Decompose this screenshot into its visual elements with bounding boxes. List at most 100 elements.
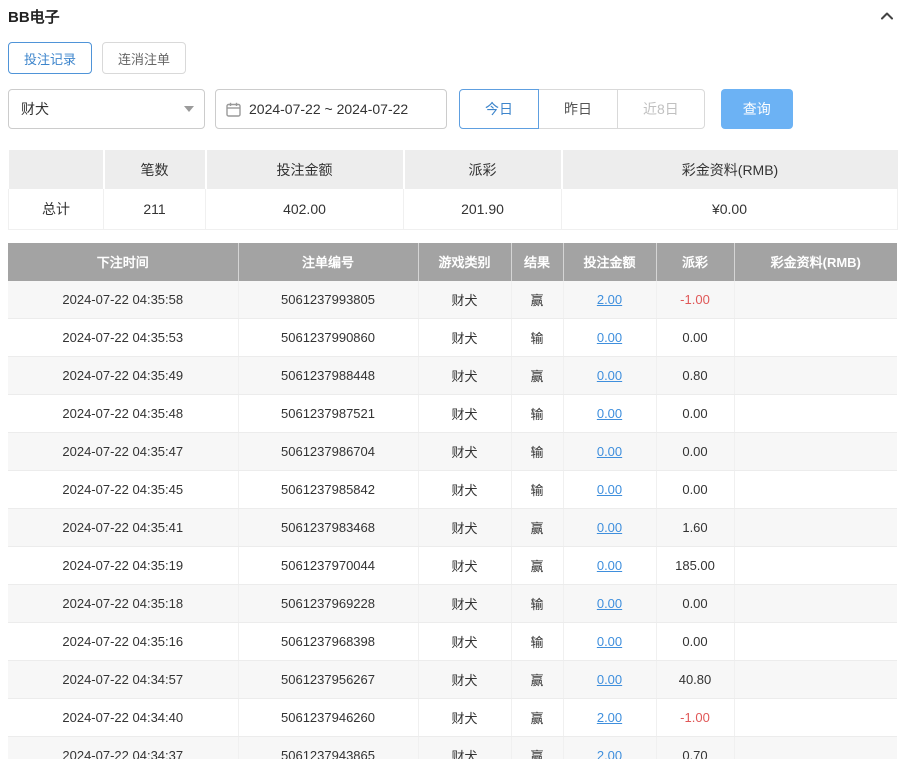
- cell-bet-amount: 0.00: [563, 508, 657, 547]
- cell-bet-amount: 2.00: [563, 280, 657, 319]
- header-bet-amount: 投注金额: [563, 242, 657, 281]
- cell-time: 2024-07-22 04:35:49: [8, 356, 239, 395]
- cell-time: 2024-07-22 04:35:19: [8, 546, 239, 585]
- cell-result: 输: [511, 318, 564, 357]
- table-row: 2024-07-22 04:35:58 5061237993805 财犬赢 2.00 -…: [8, 280, 897, 319]
- calendar-icon: [226, 102, 241, 117]
- cell-game: 财犬: [418, 660, 512, 699]
- cell-bet-amount: 2.00: [563, 698, 657, 737]
- cell-bonus: [734, 698, 897, 737]
- bet-amount-link[interactable]: 0.00: [597, 520, 622, 535]
- cell-bet-amount: 0.00: [563, 432, 657, 471]
- table-row: 2024-07-22 04:35:53 5061237990860 财犬输 0.00 0…: [8, 318, 897, 357]
- bet-table-body: 2024-07-22 04:35:58 5061237993805 财犬赢 2.00-…: [8, 280, 897, 759]
- cell-bonus: [734, 432, 897, 471]
- tab-bet-records[interactable]: 投注记录: [8, 42, 93, 74]
- cell-time: 2024-07-22 04:35:18: [8, 584, 239, 623]
- cell-result: 输: [511, 622, 564, 661]
- cell-order: 5061237968398: [238, 622, 419, 661]
- cell-bet-amount: 2.00: [563, 736, 657, 759]
- bet-amount-link[interactable]: 0.00: [597, 444, 622, 459]
- cell-game: 财犬: [418, 432, 512, 471]
- cell-order: 5061237986704: [238, 432, 419, 471]
- cell-order: 5061237956267: [238, 660, 419, 699]
- cell-time: 2024-07-22 04:35:47: [8, 432, 239, 471]
- bet-amount-link[interactable]: 0.00: [597, 482, 622, 497]
- header-payout: 派彩: [656, 242, 735, 281]
- cell-order: 5061237987521: [238, 394, 419, 433]
- page-title: BB电子: [8, 8, 60, 26]
- table-row: 2024-07-22 04:35:41 5061237983468 财犬赢 0.00 1…: [8, 508, 897, 547]
- cell-bet-amount: 0.00: [563, 660, 657, 699]
- cell-order: 5061237983468: [238, 508, 419, 547]
- cell-game: 财犬: [418, 318, 512, 357]
- cell-bet-amount: 0.00: [563, 546, 657, 585]
- cell-bonus: [734, 280, 897, 319]
- cell-bonus: [734, 584, 897, 623]
- cell-bonus: [734, 736, 897, 759]
- table-row: 2024-07-22 04:35:48 5061237987521 财犬输 0.00 0…: [8, 394, 897, 433]
- cell-order: 5061237985842: [238, 470, 419, 509]
- cell-bet-amount: 0.00: [563, 394, 657, 433]
- cell-payout: 0.80: [656, 356, 735, 395]
- tab-linked-bets[interactable]: 连消注单: [102, 42, 187, 74]
- cell-bet-amount: 0.00: [563, 622, 657, 661]
- collapse-panel-button[interactable]: [877, 6, 897, 26]
- cell-bonus: [734, 622, 897, 661]
- cell-bonus: [734, 470, 897, 509]
- panel-header: BB电子: [8, 0, 897, 28]
- cell-result: 输: [511, 432, 564, 471]
- cell-game: 财犬: [418, 584, 512, 623]
- cell-payout: 0.00: [656, 622, 735, 661]
- cell-time: 2024-07-22 04:35:48: [8, 394, 239, 433]
- cell-order: 5061237988448: [238, 356, 419, 395]
- summary-header-payout: 派彩: [403, 150, 563, 189]
- bet-amount-link[interactable]: 0.00: [597, 634, 622, 649]
- cell-result: 赢: [511, 698, 564, 737]
- summary-total-count: 211: [103, 189, 206, 230]
- summary-total-bet-amount: 402.00: [205, 189, 404, 230]
- cell-game: 财犬: [418, 280, 512, 319]
- summary-table: 笔数 投注金额 派彩 彩金资料(RMB) 总计 211 402.00 201.9…: [8, 150, 898, 230]
- date-range-input[interactable]: 2024-07-22 ~ 2024-07-22: [215, 89, 447, 129]
- cell-time: 2024-07-22 04:34:40: [8, 698, 239, 737]
- today-button[interactable]: 今日: [459, 89, 539, 129]
- game-select[interactable]: 财犬: [8, 89, 205, 129]
- cell-time: 2024-07-22 04:35:41: [8, 508, 239, 547]
- table-row: 2024-07-22 04:35:16 5061237968398 财犬输 0.00 0…: [8, 622, 897, 661]
- cell-payout: 185.00: [656, 546, 735, 585]
- cell-game: 财犬: [418, 508, 512, 547]
- bet-amount-link[interactable]: 0.00: [597, 406, 622, 421]
- last-8-days-button[interactable]: 近8日: [617, 89, 705, 129]
- bet-amount-link[interactable]: 0.00: [597, 672, 622, 687]
- bet-amount-link[interactable]: 0.00: [597, 368, 622, 383]
- cell-game: 财犬: [418, 356, 512, 395]
- bet-amount-link[interactable]: 0.00: [597, 330, 622, 345]
- cell-game: 财犬: [418, 546, 512, 585]
- cell-time: 2024-07-22 04:35:16: [8, 622, 239, 661]
- header-result: 结果: [511, 242, 564, 281]
- cell-result: 赢: [511, 356, 564, 395]
- cell-result: 赢: [511, 660, 564, 699]
- summary-total-payout: 201.90: [403, 189, 562, 230]
- bet-amount-link[interactable]: 0.00: [597, 558, 622, 573]
- cell-order: 5061237943865: [238, 736, 419, 759]
- cell-bet-amount: 0.00: [563, 318, 657, 357]
- cell-game: 财犬: [418, 698, 512, 737]
- cell-result: 输: [511, 584, 564, 623]
- cell-order: 5061237969228: [238, 584, 419, 623]
- cell-result: 输: [511, 394, 564, 433]
- filter-bar: 财犬 2024-07-22 ~ 2024-07-22 今日 昨日 近8日 查询: [8, 89, 897, 129]
- cell-order: 5061237993805: [238, 280, 419, 319]
- bet-amount-link[interactable]: 2.00: [597, 292, 622, 307]
- cell-time: 2024-07-22 04:35:58: [8, 280, 239, 319]
- cell-bet-amount: 0.00: [563, 584, 657, 623]
- cell-time: 2024-07-22 04:35:45: [8, 470, 239, 509]
- cell-bet-amount: 0.00: [563, 470, 657, 509]
- search-button[interactable]: 查询: [720, 89, 793, 129]
- cell-result: 赢: [511, 280, 564, 319]
- yesterday-button[interactable]: 昨日: [538, 89, 618, 129]
- bet-amount-link[interactable]: 2.00: [597, 710, 622, 725]
- bet-amount-link[interactable]: 0.00: [597, 596, 622, 611]
- bet-amount-link[interactable]: 2.00: [597, 748, 622, 759]
